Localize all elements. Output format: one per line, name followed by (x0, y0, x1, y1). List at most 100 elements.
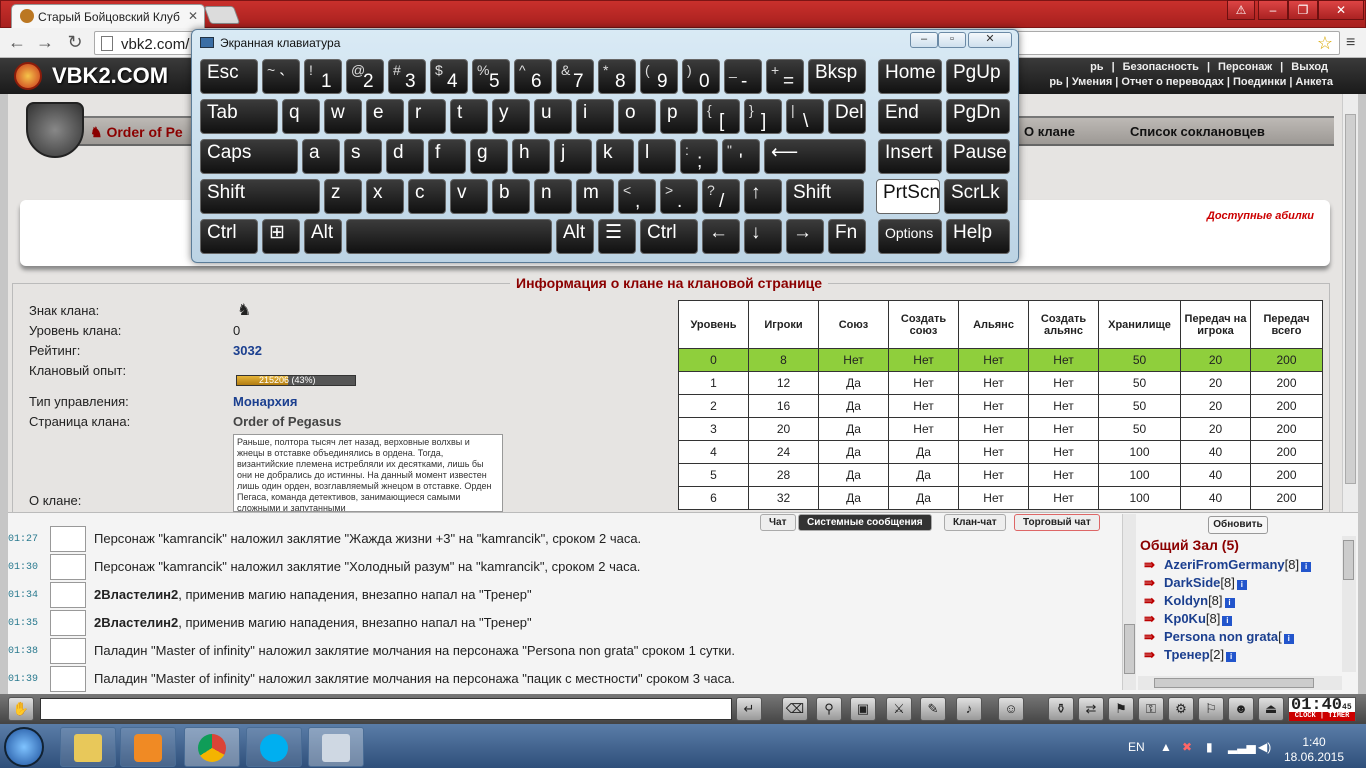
lock-icon[interactable]: ⚿ (1138, 697, 1164, 721)
key-o[interactable]: o (618, 99, 656, 134)
key-c[interactable]: c (408, 179, 446, 214)
message-time[interactable]: 01:38 (8, 646, 38, 657)
key-#-3[interactable]: #3 (388, 59, 426, 94)
key-Insert[interactable]: Insert (878, 139, 942, 174)
key-d[interactable]: d (386, 139, 424, 174)
key-y[interactable]: y (492, 99, 530, 134)
user-list-item[interactable]: ⇛ Тренер[2] i (1144, 647, 1237, 663)
key-{-[[interactable]: {[ (702, 99, 740, 134)
people-icon[interactable]: ☻ (1228, 697, 1254, 721)
key-x[interactable]: x (366, 179, 404, 214)
key->-.[interactable]: >. (660, 179, 698, 214)
key-(-9[interactable]: (9 (640, 59, 678, 94)
key-Alt[interactable]: Alt (556, 219, 594, 254)
tray-up-icon[interactable]: ▲ (1160, 740, 1172, 754)
volume-icon[interactable]: ◀) (1258, 740, 1271, 754)
exit-icon[interactable]: ⏏ (1258, 697, 1284, 721)
user-name[interactable]: Persona non grata (1164, 629, 1278, 644)
key-s[interactable]: s (344, 139, 382, 174)
key-t[interactable]: t (450, 99, 488, 134)
clan-members-link[interactable]: Список соклановцев (1130, 124, 1265, 139)
user-info-icon[interactable]: i (1226, 652, 1237, 662)
user-list-item[interactable]: ⇛ Koldyn[8] i (1144, 593, 1235, 609)
topnav-exit[interactable]: Выход (1283, 61, 1336, 73)
key-Ctrl[interactable]: Ctrl (200, 219, 258, 254)
user-list-item[interactable]: ⇛ AzeriFromGermany[8] i (1144, 557, 1312, 573)
explorer-app[interactable] (60, 727, 116, 767)
abilities-link[interactable]: Доступные абилки (1207, 210, 1314, 222)
key-Bksp[interactable]: Bksp (808, 59, 866, 94)
about-clan-link[interactable]: О клане (1024, 124, 1075, 139)
key-u[interactable]: u (534, 99, 572, 134)
battery-icon[interactable]: ▮ (1206, 740, 1213, 754)
system-clock[interactable]: 1:40 18.06.2015 (1282, 735, 1346, 765)
key-z[interactable]: z (324, 179, 362, 214)
start-button[interactable] (4, 727, 44, 767)
message-time[interactable]: 01:34 (8, 590, 38, 601)
subnav-skills[interactable]: Умения (1069, 76, 1115, 88)
user-name[interactable]: DarkSide (1164, 575, 1220, 590)
filter-icon[interactable]: ⚲ (816, 697, 842, 721)
transfer-icon[interactable]: ⇄ (1078, 697, 1104, 721)
private-message-icon[interactable]: ⇛ (1144, 629, 1164, 645)
key-Tab[interactable]: Tab (200, 99, 278, 134)
key-ScrLk[interactable]: ScrLk (944, 179, 1008, 214)
user-info-icon[interactable]: i (1283, 634, 1294, 644)
key-Del[interactable]: Del (828, 99, 866, 134)
back-icon[interactable]: ← (6, 32, 28, 53)
signal-icon[interactable]: ▂▃▅ (1228, 740, 1256, 754)
key-_--[interactable]: _ - (724, 59, 762, 94)
key-↓[interactable]: ↓ (744, 219, 782, 254)
topnav-item[interactable]: рь (1082, 61, 1111, 73)
key-v[interactable]: v (450, 179, 488, 214)
subnav-profile[interactable]: Анкета (1292, 76, 1336, 88)
page-scrollbar[interactable] (1342, 94, 1358, 512)
message-time[interactable]: 01:30 (8, 562, 38, 573)
chat-scrollbar[interactable] (1122, 514, 1136, 690)
topnav-security[interactable]: Безопасность (1115, 61, 1207, 73)
key-☰[interactable]: ☰ (598, 219, 636, 254)
key-!-1[interactable]: ! 1 (304, 59, 342, 94)
userlist-scroll-thumb[interactable] (1343, 540, 1354, 580)
subnav-transfers[interactable]: Отчет о переводах (1118, 76, 1227, 88)
key-←[interactable]: ← (702, 219, 740, 254)
save-log-icon[interactable]: ▣ (850, 697, 876, 721)
browser-tab[interactable]: Старый Бойцовский Клуб ✕ (11, 4, 205, 29)
message-time[interactable]: 01:39 (8, 674, 38, 685)
key-PgDn[interactable]: PgDn (946, 99, 1010, 134)
order-link[interactable]: ♞ Order of Pe (90, 124, 183, 141)
key-p[interactable]: p (660, 99, 698, 134)
key-Ctrl[interactable]: Ctrl (640, 219, 698, 254)
key-Shift[interactable]: Shift (786, 179, 864, 214)
key-h[interactable]: h (512, 139, 550, 174)
refresh-button[interactable]: Обновить (1208, 516, 1268, 534)
key-j[interactable]: j (554, 139, 592, 174)
userlist-hscroll-thumb[interactable] (1154, 678, 1314, 688)
chrome-menu-icon[interactable]: ≡ (1346, 34, 1355, 52)
new-tab-button[interactable] (203, 6, 241, 24)
smiley-icon[interactable]: ☺ (998, 697, 1024, 721)
close-tab-icon[interactable]: ✕ (188, 9, 198, 23)
forward-icon[interactable]: → (34, 32, 56, 53)
key-f[interactable]: f (428, 139, 466, 174)
minimize-button[interactable]: – (1258, 0, 1288, 20)
key-r[interactable]: r (408, 99, 446, 134)
key-Fn[interactable]: Fn (828, 219, 866, 254)
network-error-icon[interactable]: ✖ (1182, 740, 1192, 754)
key-+-=[interactable]: + = (766, 59, 804, 94)
private-message-icon[interactable]: ⇛ (1144, 593, 1164, 609)
userlist-scrollbar[interactable] (1342, 536, 1356, 672)
key-m[interactable]: m (576, 179, 614, 214)
key-%-5[interactable]: % 5 (472, 59, 510, 94)
private-message-icon[interactable]: ⇛ (1144, 575, 1164, 591)
key-k[interactable]: k (596, 139, 634, 174)
game-logo-icon[interactable] (14, 62, 42, 90)
key-⊞[interactable]: ⊞ (262, 219, 300, 254)
settings-icon[interactable]: ⚙ (1168, 697, 1194, 721)
language-indicator[interactable]: EN (1128, 740, 1145, 754)
key-Pause[interactable]: Pause (946, 139, 1010, 174)
key-Help[interactable]: Help (946, 219, 1010, 254)
chat-scroll-thumb[interactable] (1124, 624, 1135, 674)
media-player-app[interactable] (120, 727, 176, 767)
key-e[interactable]: e (366, 99, 404, 134)
